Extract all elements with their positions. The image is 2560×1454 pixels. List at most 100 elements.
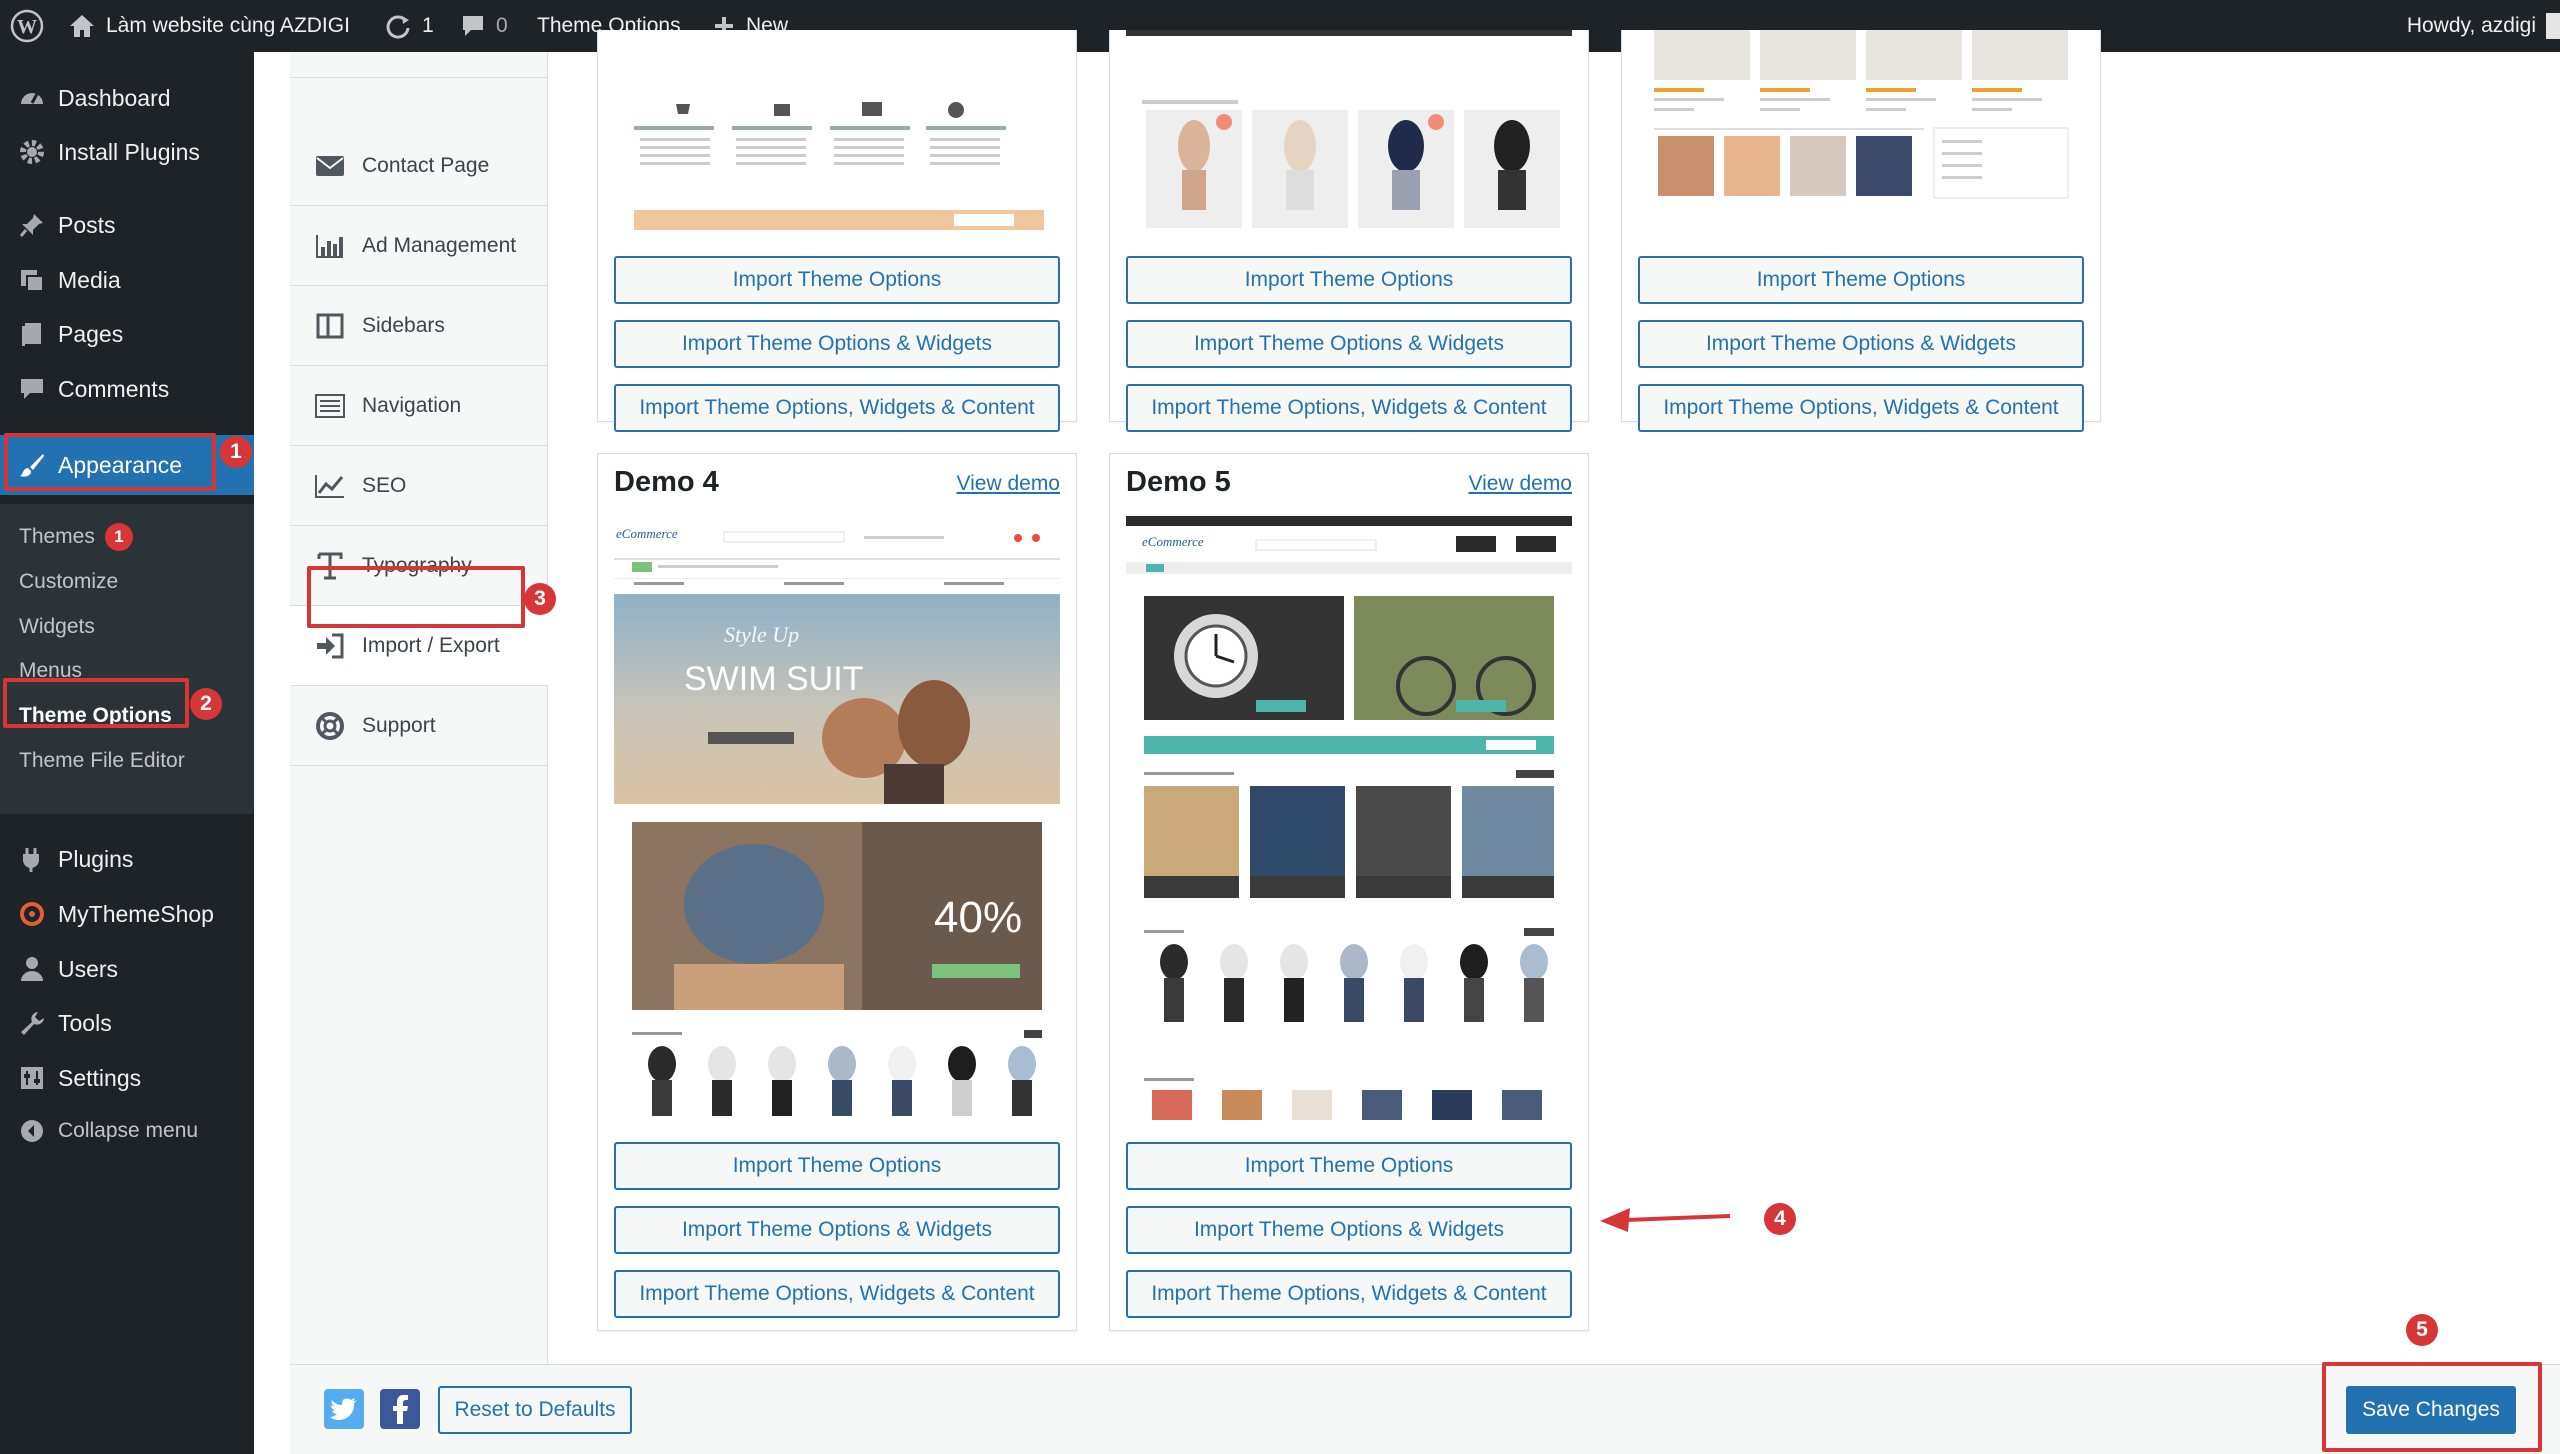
wordpress-logo-icon[interactable]: W xyxy=(10,0,44,52)
view-demo-link[interactable]: View demo xyxy=(1468,472,1572,496)
import-theme-options-widgets-content-button[interactable]: Import Theme Options, Widgets & Content xyxy=(614,1270,1060,1318)
demo-card-4: Demo 4 View demo eCommerce Style Up SWIM… xyxy=(597,453,1077,1331)
menu-users[interactable]: Users xyxy=(0,942,254,996)
menu-comments[interactable]: Comments xyxy=(0,362,254,416)
menu-appearance[interactable]: Appearance xyxy=(0,435,254,495)
import-theme-options-button[interactable]: Import Theme Options xyxy=(1126,256,1572,304)
menu-mythemeshop[interactable]: MyThemeShop xyxy=(0,887,254,941)
demo-screenshot[interactable]: eCommerce xyxy=(1126,516,1572,1120)
import-theme-options-button[interactable]: Import Theme Options xyxy=(1126,1142,1572,1190)
nav-item-typography[interactable]: Typography xyxy=(290,526,548,606)
submenu-theme-options[interactable]: Theme Options xyxy=(19,695,172,737)
annotation-arrow xyxy=(1600,1208,1731,1232)
menu-settings[interactable]: Settings xyxy=(0,1051,254,1105)
demo-screenshot[interactable]: eCommerce Style Up SWIM SUIT 40% xyxy=(614,524,1060,1118)
comments-link[interactable]: 0 xyxy=(460,0,508,52)
import-theme-options-widgets-button[interactable]: Import Theme Options & Widgets xyxy=(614,1206,1060,1254)
site-name-link[interactable]: Làm website cùng AZDIGI xyxy=(68,0,350,52)
pages-icon xyxy=(12,307,52,361)
wrench-icon xyxy=(12,996,52,1050)
submenu-widgets[interactable]: Widgets xyxy=(19,606,95,648)
twitter-icon[interactable] xyxy=(324,1389,364,1429)
annotation-marker-2: 2 xyxy=(190,688,222,720)
menu-install-plugins[interactable]: Install Plugins xyxy=(0,125,254,179)
svg-text:eCommerce: eCommerce xyxy=(616,526,678,541)
nav-item-contact-page[interactable]: Contact Page xyxy=(290,126,548,206)
submenu-theme-file-editor[interactable]: Theme File Editor xyxy=(19,740,185,782)
nav-item-ad-management[interactable]: Ad Management xyxy=(290,206,548,286)
dashboard-icon xyxy=(12,71,52,125)
howdy-text: Howdy, azdigi xyxy=(2406,14,2536,37)
my-account-link[interactable]: Howdy, azdigi xyxy=(2407,0,2560,52)
theme-options-nav: Contact Page Ad Management Sidebars Navi… xyxy=(290,52,548,1364)
submenu-customize[interactable]: Customize xyxy=(19,561,118,603)
menu-dashboard[interactable]: Dashboard xyxy=(0,71,254,125)
nav-item-sidebars[interactable]: Sidebars xyxy=(290,286,548,366)
user-icon xyxy=(12,942,52,996)
demo-screenshot[interactable] xyxy=(1638,30,2084,216)
import-theme-options-widgets-content-button[interactable]: Import Theme Options, Widgets & Content xyxy=(614,384,1060,432)
admin-menu: Dashboard Install Plugins Posts Media Pa… xyxy=(0,52,254,1454)
updates-link[interactable]: 1 xyxy=(384,0,434,52)
nav-item-partial xyxy=(290,52,548,78)
line-chart-icon xyxy=(312,473,348,499)
nav-item-import-export[interactable]: Import / Export xyxy=(290,606,548,686)
svg-text:eCommerce: eCommerce xyxy=(1142,534,1204,549)
themes-update-badge: 1 xyxy=(104,523,133,551)
settings-icon xyxy=(12,1051,52,1105)
collapse-menu-button[interactable]: Collapse menu xyxy=(0,1104,254,1158)
avatar xyxy=(2546,13,2560,39)
mythemeshop-icon xyxy=(12,887,52,941)
annotation-marker-5: 5 xyxy=(2406,1314,2438,1346)
svg-text:Style Up: Style Up xyxy=(724,622,799,647)
comment-icon xyxy=(463,16,483,36)
menu-media[interactable]: Media xyxy=(0,253,254,307)
plug-icon xyxy=(12,832,52,886)
save-changes-button[interactable]: Save Changes xyxy=(2346,1386,2516,1434)
menu-posts[interactable]: Posts xyxy=(0,198,254,252)
import-theme-options-widgets-button[interactable]: Import Theme Options & Widgets xyxy=(1638,320,2084,368)
import-theme-options-widgets-button[interactable]: Import Theme Options & Widgets xyxy=(614,320,1060,368)
import-theme-options-widgets-button[interactable]: Import Theme Options & Widgets xyxy=(1126,1206,1572,1254)
menu-pages[interactable]: Pages xyxy=(0,307,254,361)
refresh-icon xyxy=(386,15,410,39)
svg-text:W: W xyxy=(17,16,37,38)
import-theme-options-widgets-content-button[interactable]: Import Theme Options, Widgets & Content xyxy=(1638,384,2084,432)
demo-card-5: Demo 5 View demo eCommerce Import Theme … xyxy=(1109,453,1589,1331)
annotation-marker-1: 1 xyxy=(220,436,252,468)
site-name: Làm website cùng AZDIGI xyxy=(106,14,350,37)
pin-icon xyxy=(12,198,52,252)
nav-item-navigation[interactable]: Navigation xyxy=(290,366,548,446)
text-icon xyxy=(312,551,348,581)
view-demo-link[interactable]: View demo xyxy=(956,472,1060,496)
facebook-icon[interactable] xyxy=(380,1389,420,1429)
import-theme-options-widgets-button[interactable]: Import Theme Options & Widgets xyxy=(1126,320,1572,368)
columns-icon xyxy=(312,313,348,339)
import-theme-options-button[interactable]: Import Theme Options xyxy=(1638,256,2084,304)
submenu-themes[interactable]: Themes 1 xyxy=(19,516,133,558)
list-icon xyxy=(312,393,348,418)
brush-icon xyxy=(12,438,52,492)
demo-card-2: Import Theme Options Import Theme Option… xyxy=(1109,30,1589,432)
annotation-marker-3: 3 xyxy=(524,583,556,615)
options-footer: Reset to Defaults Save Changes xyxy=(290,1364,2560,1454)
reset-to-defaults-button[interactable]: Reset to Defaults xyxy=(438,1386,632,1434)
lifebuoy-icon xyxy=(312,711,348,741)
media-icon xyxy=(12,253,52,307)
demo-title: Demo 5 xyxy=(1126,466,1231,498)
collapse-icon xyxy=(12,1104,52,1158)
comments-count: 0 xyxy=(496,14,508,37)
import-theme-options-button[interactable]: Import Theme Options xyxy=(614,256,1060,304)
import-theme-options-widgets-content-button[interactable]: Import Theme Options, Widgets & Content xyxy=(1126,384,1572,432)
menu-plugins[interactable]: Plugins xyxy=(0,832,254,886)
annotation-marker-4: 4 xyxy=(1764,1203,1796,1235)
demo-screenshot[interactable] xyxy=(614,60,1060,238)
nav-item-seo[interactable]: SEO xyxy=(290,446,548,526)
import-theme-options-widgets-content-button[interactable]: Import Theme Options, Widgets & Content xyxy=(1126,1270,1572,1318)
submenu-menus[interactable]: Menus xyxy=(19,650,82,692)
nav-item-support[interactable]: Support xyxy=(290,686,548,766)
menu-tools[interactable]: Tools xyxy=(0,996,254,1050)
demo-screenshot[interactable] xyxy=(1126,30,1572,238)
import-theme-options-button[interactable]: Import Theme Options xyxy=(614,1142,1060,1190)
demo-card-3: Import Theme Options Import Theme Option… xyxy=(1621,30,2101,432)
